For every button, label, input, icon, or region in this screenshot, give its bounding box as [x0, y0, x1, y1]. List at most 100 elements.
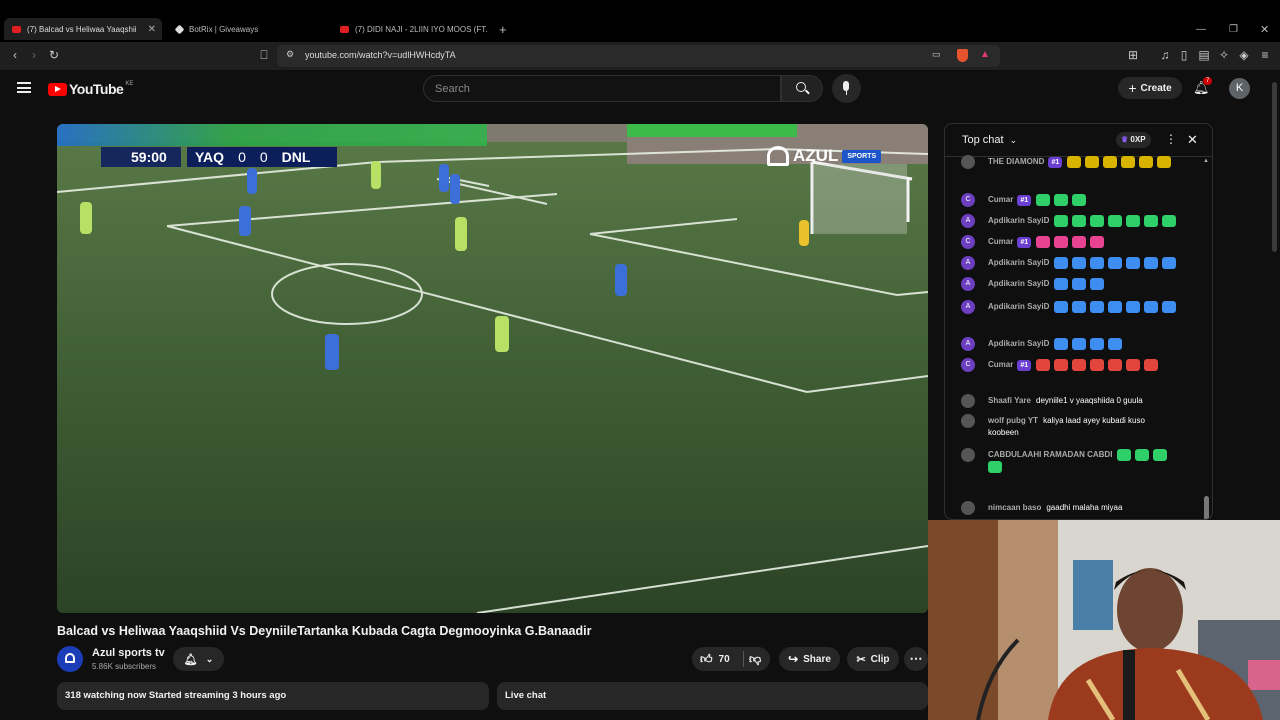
tab-didi-naji[interactable]: (7) DIDI NAJI - 2LIIN IYO MOOS (FT.: [332, 18, 494, 40]
webcam-scene: [928, 520, 1280, 720]
emote-icon: [1157, 156, 1172, 168]
chat-author-name[interactable]: Cumar: [988, 237, 1013, 246]
clip-button[interactable]: ✂ Clip: [847, 647, 899, 671]
chat-author-name[interactable]: Apdikarin SayiD: [988, 279, 1049, 288]
media-icon[interactable]: ♫: [1158, 48, 1172, 62]
chat-avatar[interactable]: A: [961, 277, 975, 291]
back-arrow-icon[interactable]: ‹: [8, 48, 22, 62]
chat-author-name[interactable]: Apdikarin SayiD: [988, 339, 1049, 348]
chat-author-name[interactable]: wolf pubg YT: [988, 416, 1038, 425]
close-tab-icon[interactable]: ✕: [148, 24, 156, 35]
emote-group: [1054, 338, 1126, 350]
chat-avatar[interactable]: [961, 394, 975, 408]
youtube-logo[interactable]: YouTube KE: [48, 81, 133, 97]
microphone-icon: [843, 81, 849, 91]
emote-icon: [1036, 236, 1051, 248]
description-bar[interactable]: 318 watching now Started streaming 3 hou…: [57, 682, 489, 710]
tab-balcad-vs-heliwaa[interactable]: (7) Balcad vs Heliwaa Yaaqshii ✕: [4, 18, 162, 40]
chat-author-name[interactable]: THE DIAMOND: [988, 157, 1044, 166]
emote-group: [1054, 257, 1180, 269]
scroll-up-arrow-icon[interactable]: ▲: [1203, 158, 1209, 164]
emote-icon: [1090, 236, 1105, 248]
chat-avatar[interactable]: A: [961, 256, 975, 270]
bookmark-icon[interactable]: ⎕: [257, 48, 271, 62]
search-input[interactable]: Search: [423, 75, 781, 102]
search-button[interactable]: [781, 75, 823, 102]
voice-search-button[interactable]: [832, 74, 861, 103]
chat-message-text: koobeen: [988, 428, 1019, 437]
wallet-icon[interactable]: ▤: [1197, 48, 1211, 62]
chat-author-name[interactable]: nimcaan baso: [988, 503, 1041, 512]
account-avatar[interactable]: K: [1229, 78, 1250, 99]
channel-avatar[interactable]: [57, 646, 83, 672]
screenshot-icon[interactable]: ⊞: [1126, 48, 1140, 62]
emote-icon: [1067, 156, 1082, 168]
chat-menu-icon[interactable]: ⋮: [1165, 132, 1177, 146]
emote-icon: [1144, 215, 1159, 227]
minimize-window-button[interactable]: —: [1196, 18, 1206, 40]
leo-ai-icon[interactable]: ✧: [1217, 48, 1231, 62]
close-chat-icon[interactable]: ✕: [1187, 132, 1198, 148]
tab-label: (7) DIDI NAJI - 2LIIN IYO MOOS (FT.: [355, 24, 488, 34]
vpn-icon[interactable]: ◈: [1237, 48, 1251, 62]
close-window-button[interactable]: ✕: [1260, 18, 1269, 40]
brave-rewards-icon[interactable]: ▲: [980, 49, 990, 60]
points-badge[interactable]: ♛ 0XP: [1116, 132, 1151, 148]
chat-author-name[interactable]: Apdikarin SayiD: [988, 258, 1049, 267]
channel-name[interactable]: Azul sports tv: [92, 647, 165, 659]
page-scrollbar[interactable]: [1272, 82, 1277, 252]
restore-window-button[interactable]: ❐: [1229, 18, 1238, 40]
video-player[interactable]: 59:00 YAQ 0 0 DNL AZUL SPORTS: [57, 124, 928, 613]
site-info-icon[interactable]: ⚙: [286, 49, 294, 60]
reload-icon[interactable]: ↻: [47, 48, 61, 62]
emote-icon: [1103, 156, 1118, 168]
hamburger-menu-icon[interactable]: [17, 82, 31, 93]
forward-arrow-icon[interactable]: ›: [27, 48, 41, 62]
chat-message-line: Cumar #1: [988, 236, 1188, 249]
chat-avatar[interactable]: C: [961, 193, 975, 207]
chat-avatar[interactable]: [961, 448, 975, 462]
top-chat-dropdown[interactable]: Top chat ⌄: [962, 134, 1017, 146]
new-tab-button[interactable]: +: [499, 18, 507, 40]
like-button[interactable]: 👍︎ 70 👎︎: [692, 647, 770, 671]
chevron-down-icon: ⌄: [1009, 135, 1018, 145]
chat-avatar[interactable]: C: [961, 235, 975, 249]
notification-bell-button[interactable]: 🔔︎ ⌄: [173, 647, 224, 671]
more-actions-button[interactable]: ⋯: [904, 647, 928, 671]
thumbs-down-icon[interactable]: 👎︎: [749, 652, 761, 667]
chat-message-line: Apdikarin SayiD: [988, 215, 1188, 227]
chat-scrollbar[interactable]: [1204, 496, 1209, 519]
chat-avatar[interactable]: A: [961, 300, 975, 314]
emote-icon: [1072, 278, 1087, 290]
chat-message-line: THE DIAMOND #1: [988, 156, 1188, 169]
live-chat-bar[interactable]: Live chat: [497, 682, 928, 710]
address-bar[interactable]: ⚙ youtube.com/watch?v=udlHWHcdyTA ▭ ▲: [277, 45, 1000, 67]
clock-box: 59:00: [101, 147, 181, 167]
chat-avatar[interactable]: A: [961, 214, 975, 228]
chat-author-name[interactable]: Cumar: [988, 360, 1013, 369]
notifications-button[interactable]: 🔔︎ 7: [1193, 77, 1213, 97]
emote-group: [1036, 236, 1108, 248]
chat-author-name[interactable]: Shaafi Yare: [988, 396, 1031, 405]
share-button[interactable]: ↪ Share: [779, 647, 840, 671]
chat-author-name[interactable]: Apdikarin SayiD: [988, 216, 1049, 225]
cast-icon[interactable]: ▭: [932, 49, 941, 60]
chat-avatar[interactable]: [961, 501, 975, 515]
menu-icon[interactable]: ≡: [1258, 48, 1272, 62]
country-code: KE: [125, 81, 134, 87]
create-button[interactable]: + Create: [1118, 77, 1182, 99]
chat-avatar[interactable]: [961, 155, 975, 169]
chat-avatar[interactable]: A: [961, 337, 975, 351]
tab-botrix-giveaways[interactable]: BotRix | Giveaways: [168, 18, 328, 40]
chat-avatar[interactable]: C: [961, 358, 975, 372]
url-text: youtube.com/watch?v=udlHWHcdyTA: [305, 50, 456, 60]
broadcaster-logo: AZUL SPORTS: [767, 146, 882, 166]
chat-avatar[interactable]: [961, 414, 975, 428]
chat-author-name[interactable]: Apdikarin SayiD: [988, 302, 1049, 311]
chat-author-name[interactable]: CABDULAAHI RAMADAN CABDI: [988, 450, 1112, 459]
sidebar-icon[interactable]: ▯: [1177, 48, 1191, 62]
emote-icon: [1054, 359, 1069, 371]
chat-author-name[interactable]: Cumar: [988, 195, 1013, 204]
brave-shield-icon[interactable]: [957, 49, 968, 62]
azul-logo-icon: [767, 146, 789, 166]
